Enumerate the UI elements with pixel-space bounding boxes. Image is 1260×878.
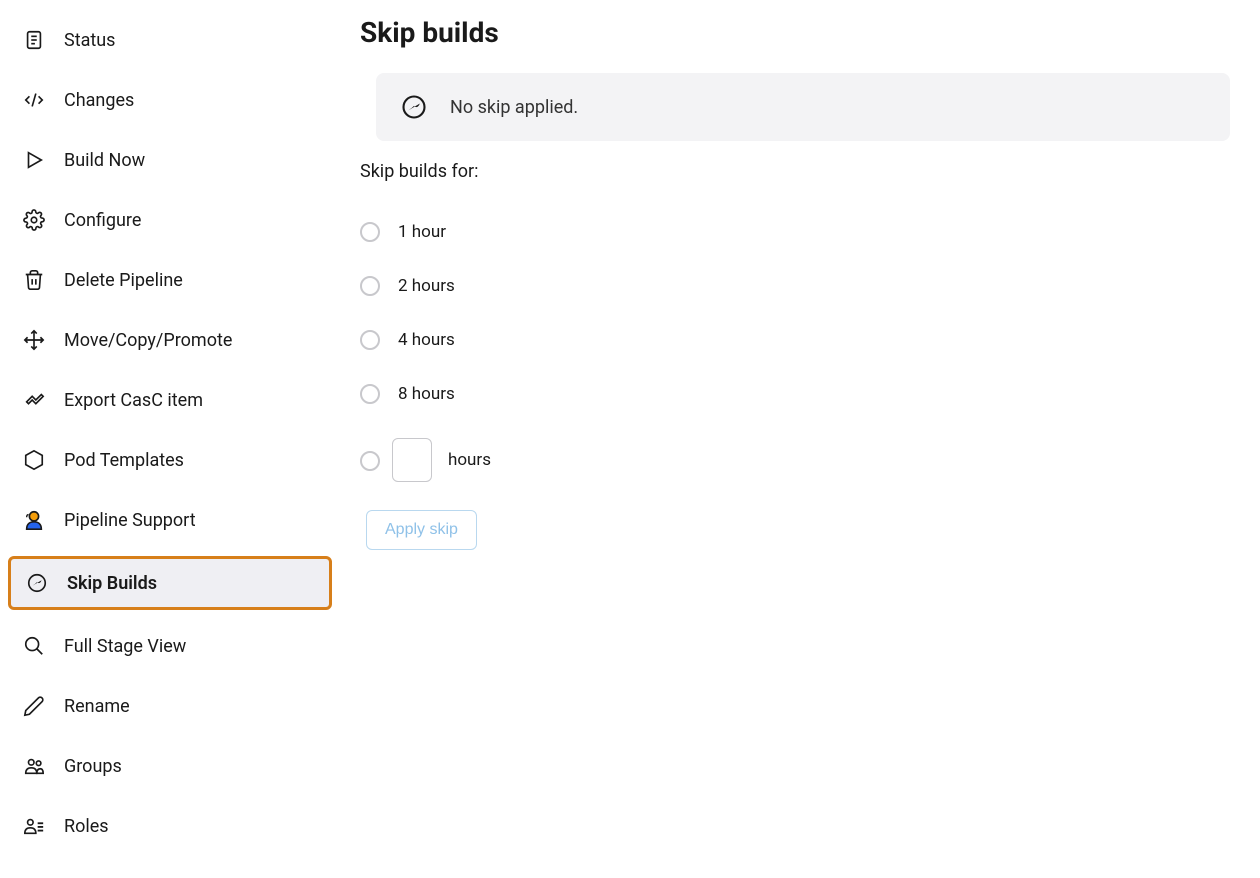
radio-input[interactable]	[360, 222, 380, 242]
radio-input[interactable]	[360, 451, 380, 471]
main-content: Skip builds No skip applied. Skip builds…	[340, 0, 1260, 878]
radio-option-4-hours[interactable]: 4 hours	[360, 330, 1230, 350]
sidebar-item-label: Groups	[64, 756, 122, 777]
sidebar-item-pipeline-support[interactable]: Pipeline Support	[8, 496, 332, 544]
play-icon	[22, 148, 46, 172]
info-banner-text: No skip applied.	[450, 97, 578, 118]
clipboard-icon	[22, 28, 46, 52]
section-label: Skip builds for:	[360, 161, 1230, 182]
sidebar-item-label: Status	[64, 30, 115, 51]
sidebar-item-changes[interactable]: Changes	[8, 76, 332, 124]
sidebar-item-skip-builds[interactable]: Skip Builds	[8, 556, 332, 610]
radio-label: 4 hours	[398, 330, 455, 350]
skip-icon	[25, 571, 49, 595]
groups-icon	[22, 754, 46, 778]
radio-option-1-hour[interactable]: 1 hour	[360, 222, 1230, 242]
sidebar-item-delete-pipeline[interactable]: Delete Pipeline	[8, 256, 332, 304]
pencil-icon	[22, 694, 46, 718]
support-icon	[22, 508, 46, 532]
sidebar-item-label: Skip Builds	[67, 573, 157, 594]
radio-option-8-hours[interactable]: 8 hours	[360, 384, 1230, 404]
custom-hours-suffix: hours	[448, 450, 491, 470]
sidebar-item-status[interactable]: Status	[8, 16, 332, 64]
sidebar-item-label: Build Now	[64, 150, 145, 171]
sidebar-item-label: Full Stage View	[64, 636, 186, 657]
sidebar-item-rename[interactable]: Rename	[8, 682, 332, 730]
sidebar-item-label: Delete Pipeline	[64, 270, 183, 291]
sidebar-item-configure[interactable]: Configure	[8, 196, 332, 244]
search-icon	[22, 634, 46, 658]
hexagon-icon	[22, 448, 46, 472]
radio-input[interactable]	[360, 384, 380, 404]
info-banner: No skip applied.	[376, 73, 1230, 141]
sidebar: Status Changes Build Now Configure Delet…	[0, 0, 340, 878]
sidebar-item-export-casc[interactable]: Export CasC item	[8, 376, 332, 424]
gear-icon	[22, 208, 46, 232]
sidebar-item-label: Rename	[64, 696, 130, 717]
sidebar-item-label: Changes	[64, 90, 134, 111]
sidebar-item-pod-templates[interactable]: Pod Templates	[8, 436, 332, 484]
radio-label: 2 hours	[398, 276, 455, 296]
roles-icon	[22, 814, 46, 838]
sidebar-item-label: Move/Copy/Promote	[64, 330, 232, 351]
radio-label: 8 hours	[398, 384, 455, 404]
sidebar-item-label: Roles	[64, 816, 109, 837]
radio-label: 1 hour	[398, 222, 446, 242]
apply-skip-button[interactable]: Apply skip	[366, 510, 477, 550]
radio-option-custom[interactable]: hours	[360, 438, 1230, 482]
custom-hours-input[interactable]	[392, 438, 432, 482]
move-icon	[22, 328, 46, 352]
sidebar-item-full-stage-view[interactable]: Full Stage View	[8, 622, 332, 670]
radio-group: 1 hour 2 hours 4 hours 8 hours hours App…	[360, 222, 1230, 550]
sidebar-item-roles[interactable]: Roles	[8, 802, 332, 850]
code-icon	[22, 88, 46, 112]
export-icon	[22, 388, 46, 412]
radio-input[interactable]	[360, 276, 380, 296]
sidebar-item-label: Pod Templates	[64, 450, 184, 471]
sidebar-item-groups[interactable]: Groups	[8, 742, 332, 790]
sidebar-item-move-copy-promote[interactable]: Move/Copy/Promote	[8, 316, 332, 364]
sidebar-item-label: Configure	[64, 210, 141, 231]
skip-icon	[400, 93, 428, 121]
sidebar-item-label: Pipeline Support	[64, 510, 196, 531]
sidebar-item-build-now[interactable]: Build Now	[8, 136, 332, 184]
radio-option-2-hours[interactable]: 2 hours	[360, 276, 1230, 296]
trash-icon	[22, 268, 46, 292]
sidebar-item-label: Export CasC item	[64, 390, 203, 411]
radio-input[interactable]	[360, 330, 380, 350]
page-title: Skip builds	[360, 16, 1230, 49]
